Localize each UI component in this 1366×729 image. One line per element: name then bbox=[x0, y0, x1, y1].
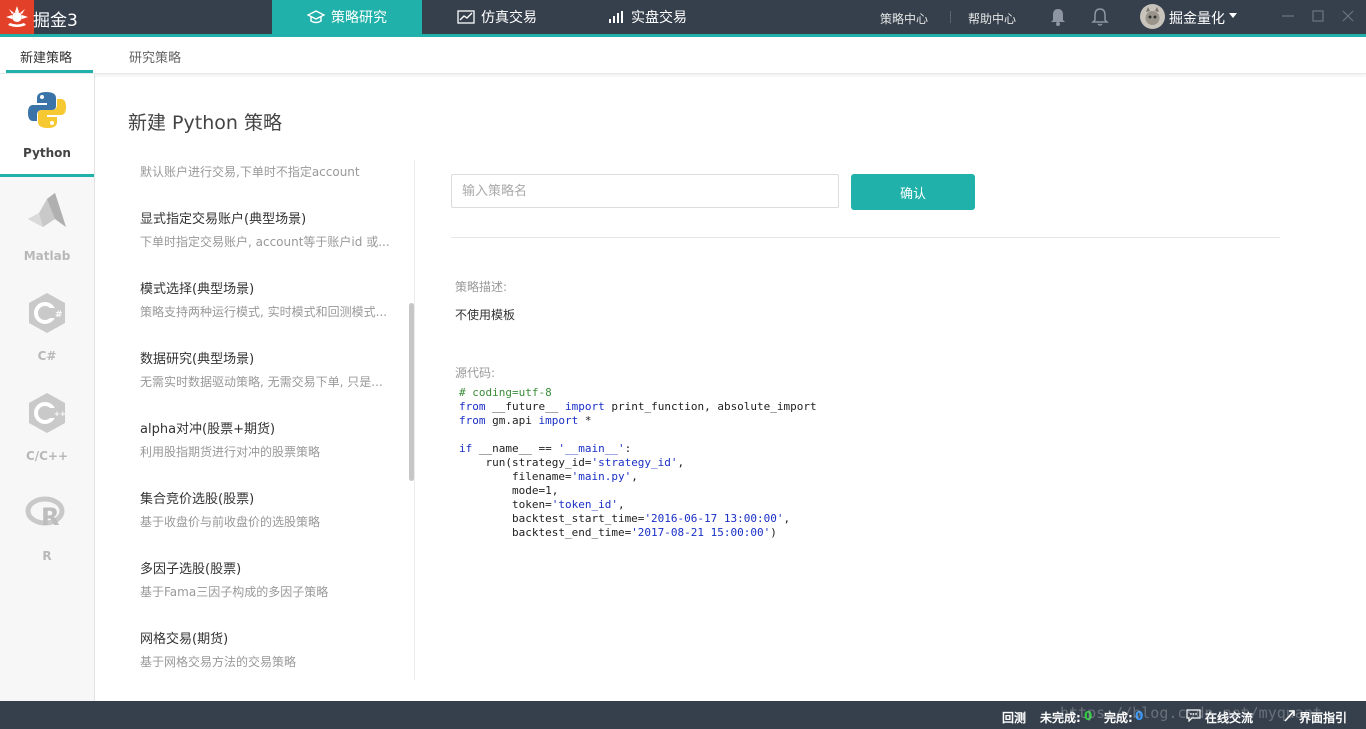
lang-label: C# bbox=[37, 349, 57, 363]
app-logo-icon bbox=[0, 0, 34, 34]
close-icon[interactable] bbox=[1340, 8, 1356, 24]
template-item[interactable]: alpha对冲(股票+期货) 利用股指期货进行对冲的股票策略 bbox=[140, 418, 390, 460]
avatar[interactable] bbox=[1140, 4, 1165, 29]
bell-outline-icon[interactable] bbox=[1090, 7, 1110, 27]
lang-label: Python bbox=[23, 146, 71, 160]
template-title: alpha对冲(股票+期货) bbox=[140, 422, 276, 437]
page-title: 新建 Python 策略 bbox=[128, 112, 282, 134]
source-code-block[interactable]: # coding=utf-8 from __future__ import pr… bbox=[459, 386, 817, 540]
python-icon bbox=[28, 92, 66, 128]
template-desc: 基于网格交易方法的交易策略 bbox=[140, 655, 297, 669]
tab-simulated-trading[interactable]: 仿真交易 bbox=[422, 0, 572, 34]
active-tab-indicator bbox=[6, 70, 93, 73]
template-desc: 无需实时数据驱动策略, 无需交易下单, 只是... bbox=[140, 375, 383, 389]
svg-text:++: ++ bbox=[54, 410, 66, 418]
cpp-icon: ++ bbox=[29, 393, 66, 433]
template-item[interactable]: 网格交易(期货) 基于网格交易方法的交易策略 bbox=[140, 628, 390, 670]
template-title: 网格交易(期货) bbox=[140, 632, 229, 647]
lang-label: R bbox=[42, 549, 52, 563]
lang-label: Matlab bbox=[23, 249, 71, 263]
template-list[interactable]: 默认账户进行交易,下单时不指定account 显式指定交易账户(典型场景) 下单… bbox=[122, 160, 415, 680]
csharp-icon: # bbox=[29, 293, 65, 333]
help-center-link[interactable]: 帮助中心 bbox=[968, 10, 1016, 27]
tab-live-trading[interactable]: 实盘交易 bbox=[572, 0, 722, 34]
r-icon: R bbox=[25, 496, 65, 531]
template-item[interactable]: 模式选择(典型场景) 策略支持两种运行模式, 实时模式和回测模式... bbox=[140, 278, 390, 320]
bar-chart-icon bbox=[609, 11, 623, 23]
line-chart-icon bbox=[457, 10, 475, 24]
strategy-center-link[interactable]: 策略中心 bbox=[880, 10, 928, 27]
tab-label: 实盘交易 bbox=[631, 10, 687, 26]
template-item[interactable]: 数据研究(典型场景) 无需实时数据驱动策略, 无需交易下单, 只是... bbox=[140, 348, 390, 390]
tab-label: 策略研究 bbox=[331, 10, 387, 26]
template-desc: 基于Fama三因子构成的多因子策略 bbox=[140, 585, 329, 599]
lang-label: C/C++ bbox=[25, 449, 69, 463]
confirm-button[interactable]: 确认 bbox=[851, 174, 975, 210]
template-desc: 基于收盘价与前收盘价的选股策略 bbox=[140, 515, 321, 529]
template-desc: 默认账户进行交易,下单时不指定account bbox=[140, 165, 360, 179]
template-desc: 利用股指期货进行对冲的股票策略 bbox=[140, 445, 321, 459]
strategy-desc-value: 不使用模板 bbox=[455, 308, 516, 322]
subtab-new-strategy[interactable]: 新建策略 bbox=[20, 47, 72, 66]
template-item[interactable]: 集合竞价选股(股票) 基于收盘价与前收盘价的选股策略 bbox=[140, 488, 390, 530]
template-title: 模式选择(典型场景) bbox=[140, 282, 255, 297]
tab-label: 仿真交易 bbox=[481, 10, 537, 26]
template-title: 数据研究(典型场景) bbox=[140, 352, 255, 367]
template-item[interactable]: 默认账户进行交易,下单时不指定account bbox=[140, 163, 390, 180]
chevron-down-icon[interactable] bbox=[1229, 13, 1237, 18]
template-title: 多因子选股(股票) bbox=[140, 562, 242, 577]
scrollbar-thumb[interactable] bbox=[409, 303, 414, 481]
maximize-icon[interactable] bbox=[1310, 8, 1326, 24]
lang-r[interactable]: R R bbox=[0, 477, 94, 577]
lang-csharp[interactable]: # C# bbox=[0, 277, 94, 377]
matlab-icon bbox=[28, 193, 66, 227]
template-item[interactable]: 多因子选股(股票) 基于Fama三因子构成的多因子策略 bbox=[140, 558, 390, 600]
graduation-cap-icon bbox=[307, 10, 325, 24]
minimize-icon[interactable] bbox=[1280, 8, 1296, 24]
template-title: 显式指定交易账户(典型场景) bbox=[140, 212, 307, 227]
backtest-label[interactable]: 回测 bbox=[1002, 709, 1026, 726]
tab-strategy-research[interactable]: 策略研究 bbox=[272, 0, 422, 34]
divider bbox=[451, 237, 1280, 238]
app-title: 掘金3 bbox=[33, 11, 78, 31]
svg-text:#: # bbox=[55, 310, 63, 320]
template-title: 集合竞价选股(股票) bbox=[140, 492, 255, 507]
template-desc: 下单时指定交易账户, account等于账户id 或... bbox=[140, 235, 390, 249]
strategy-desc-label: 策略描述: bbox=[455, 280, 508, 294]
user-name[interactable]: 掘金量化 bbox=[1169, 8, 1225, 28]
lang-python[interactable]: Python bbox=[0, 74, 94, 177]
subtab-research-strategy[interactable]: 研究策略 bbox=[129, 47, 181, 66]
divider bbox=[950, 11, 951, 23]
template-item[interactable]: 显式指定交易账户(典型场景) 下单时指定交易账户, account等于账户id … bbox=[140, 208, 390, 250]
sub-tab-bar: 新建策略 研究策略 bbox=[0, 37, 1366, 74]
bell-filled-icon[interactable] bbox=[1048, 7, 1068, 27]
watermark: https://blog.csdn.net/myquant bbox=[1060, 704, 1322, 722]
top-bar: 掘金3 策略研究 仿真交易 实盘交易 策略中心 帮助中心 掘金量化 bbox=[0, 0, 1366, 34]
lang-matlab[interactable]: Matlab bbox=[0, 177, 94, 277]
template-desc: 策略支持两种运行模式, 实时模式和回测模式... bbox=[140, 305, 388, 319]
lang-cpp[interactable]: ++ C/C++ bbox=[0, 377, 94, 477]
source-code-label: 源代码: bbox=[455, 366, 496, 380]
language-sidebar: Python Matlab # C# ++ C/C++ R R bbox=[0, 74, 95, 701]
svg-text:R: R bbox=[41, 503, 59, 531]
strategy-name-input[interactable] bbox=[451, 174, 839, 208]
